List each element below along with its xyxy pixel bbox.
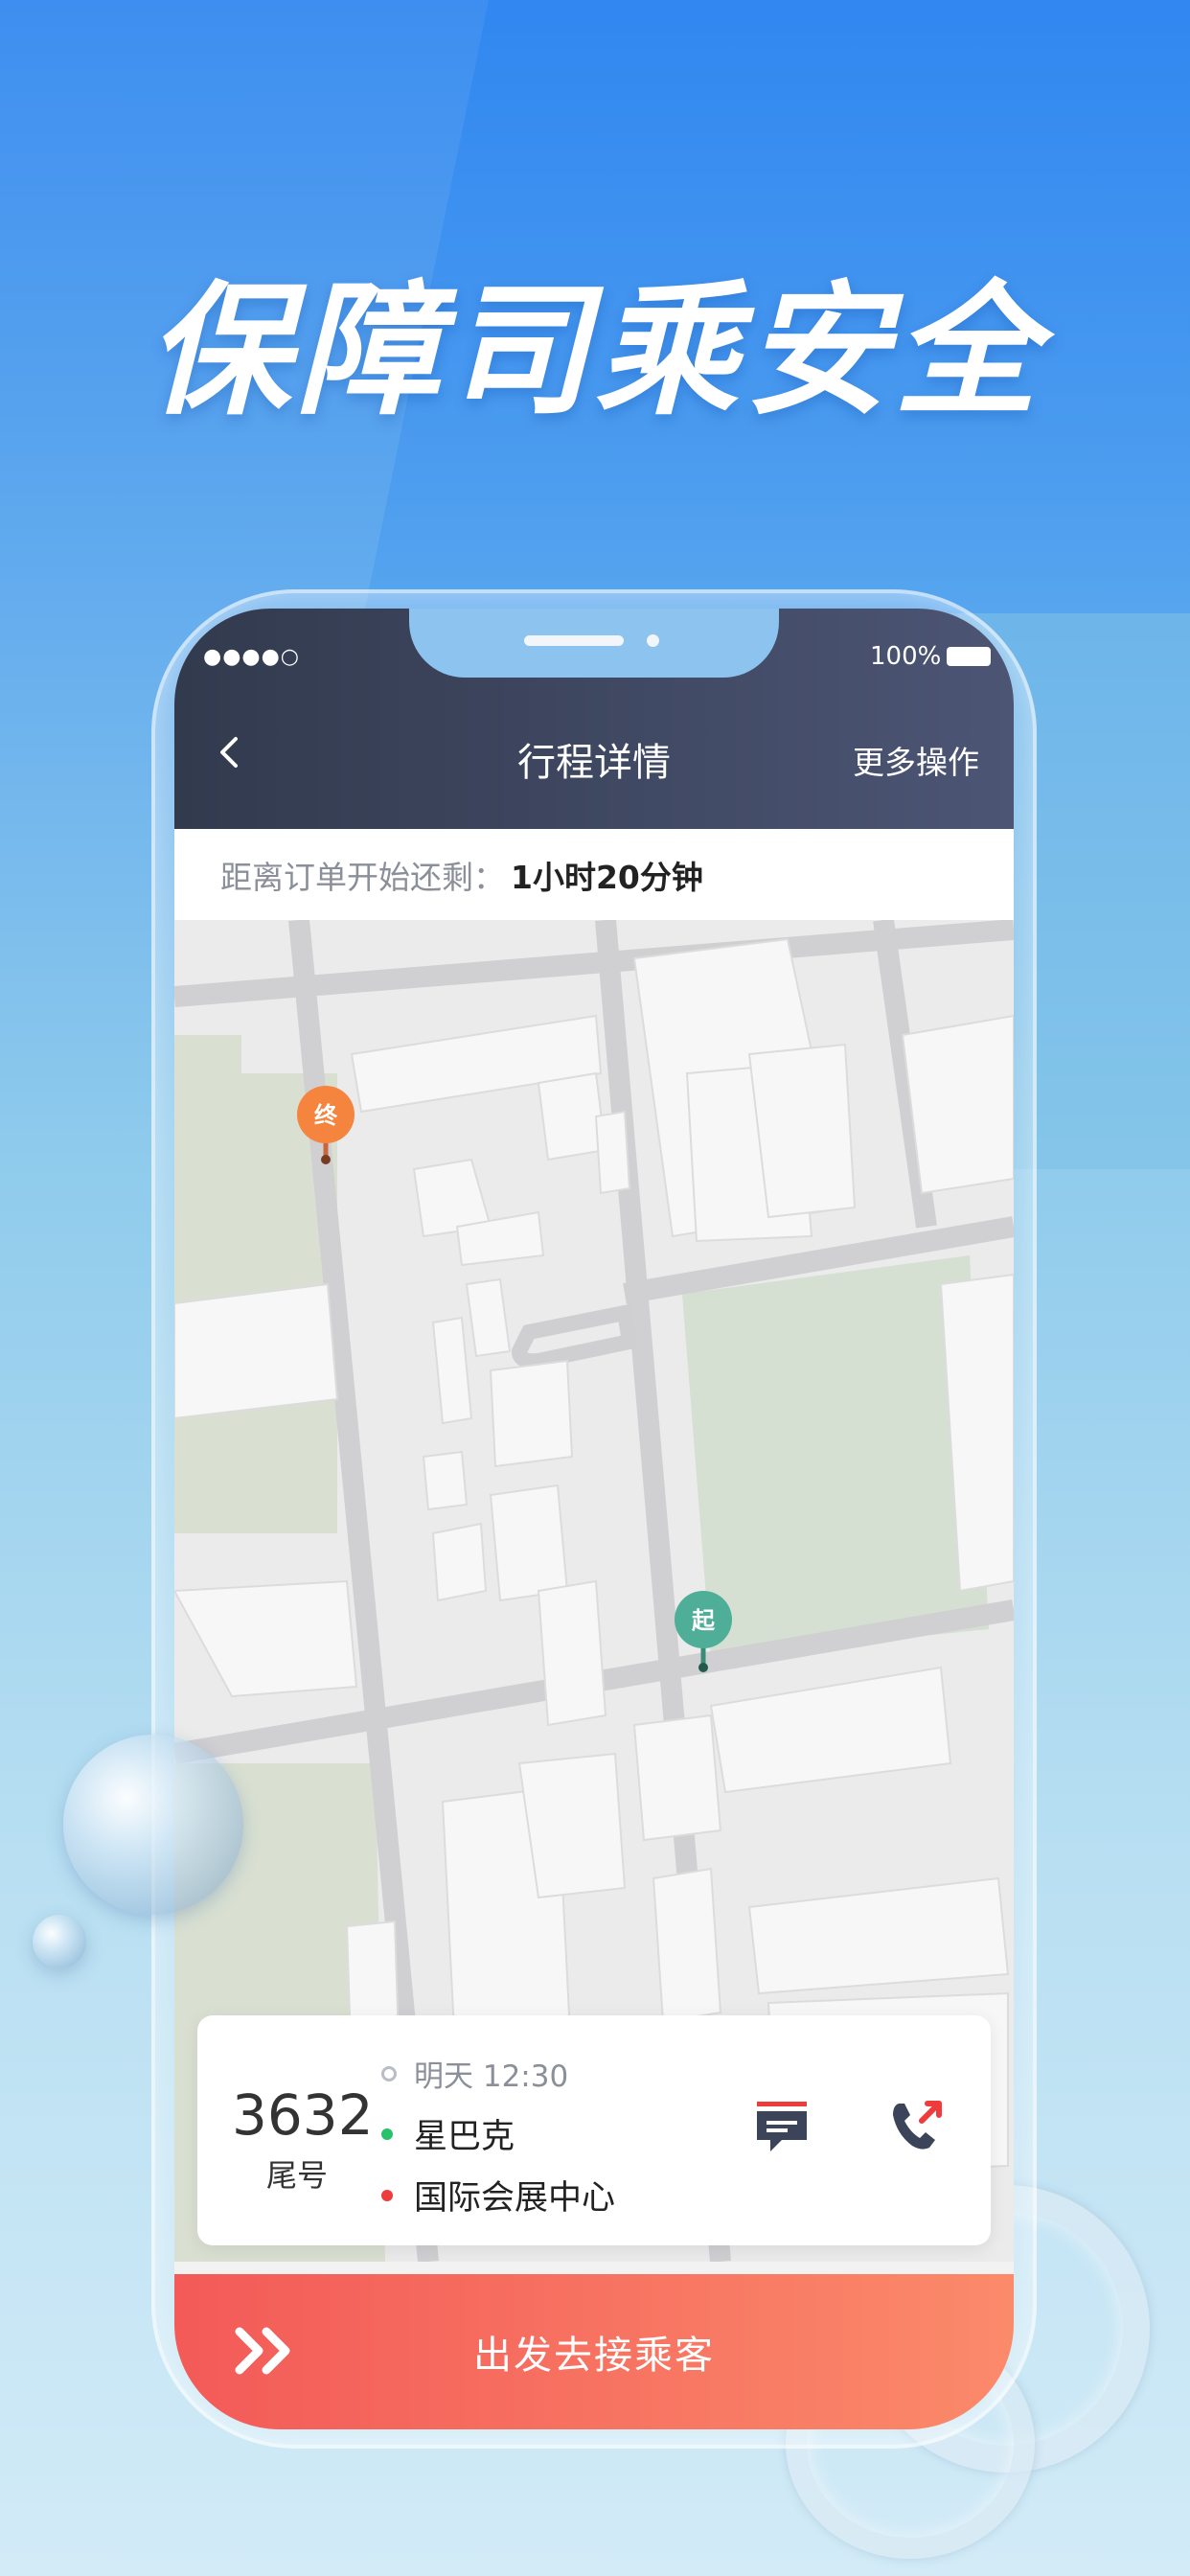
countdown-banner: 距离订单开始还剩： 1小时20分钟 — [174, 829, 1014, 920]
promo-headline: 保障司乘安全 — [146, 268, 1043, 435]
header-bar: ●●●●○ 100% 行程详情 更多操作 — [174, 609, 1014, 829]
phone-notch — [409, 609, 779, 678]
camera — [647, 634, 659, 647]
destination-dot-icon — [381, 2189, 393, 2201]
clock-icon — [381, 2065, 397, 2082]
depart-pickup-label: 出发去接乘客 — [473, 2334, 715, 2378]
pickup-time: 明天 12:30 — [414, 2059, 569, 2094]
double-chevron-icon — [234, 2324, 301, 2378]
trip-info-card: 3632 尾号 明天 12:30 星巴克 国际会展中心 — [197, 2015, 991, 2245]
message-icon[interactable] — [753, 2098, 811, 2155]
start-marker-label: 起 — [691, 1607, 716, 1634]
phone-screen: ●●●●○ 100% 行程详情 更多操作 距离订单开始还剩： 1小时20分钟 终… — [174, 609, 1014, 2429]
destination-name: 国际会展中心 — [414, 2179, 616, 2218]
water-bubble-large — [63, 1735, 243, 1915]
origin-row: 星巴克 — [381, 2109, 515, 2158]
end-marker-label: 终 — [314, 1102, 338, 1129]
plate-number-label: 尾号 — [266, 2157, 329, 2194]
origin-dot-icon — [381, 2128, 393, 2140]
battery-icon — [947, 647, 991, 666]
water-bubble-small — [33, 1915, 86, 1968]
countdown-label: 距离订单开始还剩： — [220, 858, 505, 896]
countdown-value: 1小时20分钟 — [511, 858, 703, 896]
plate-number: 3632 — [232, 2082, 374, 2148]
signal-icon: ●●●●○ — [203, 645, 300, 669]
pickup-time-row: 明天 12:30 — [381, 2052, 568, 2095]
origin-name: 星巴克 — [414, 2118, 515, 2156]
destination-row: 国际会展中心 — [381, 2171, 615, 2220]
depart-pickup-button[interactable]: 出发去接乘客 — [174, 2274, 1014, 2429]
speaker — [524, 635, 624, 646]
phone-call-icon[interactable] — [889, 2096, 947, 2153]
battery-percent: 100% — [870, 642, 942, 671]
more-actions-button[interactable]: 更多操作 — [853, 737, 979, 783]
